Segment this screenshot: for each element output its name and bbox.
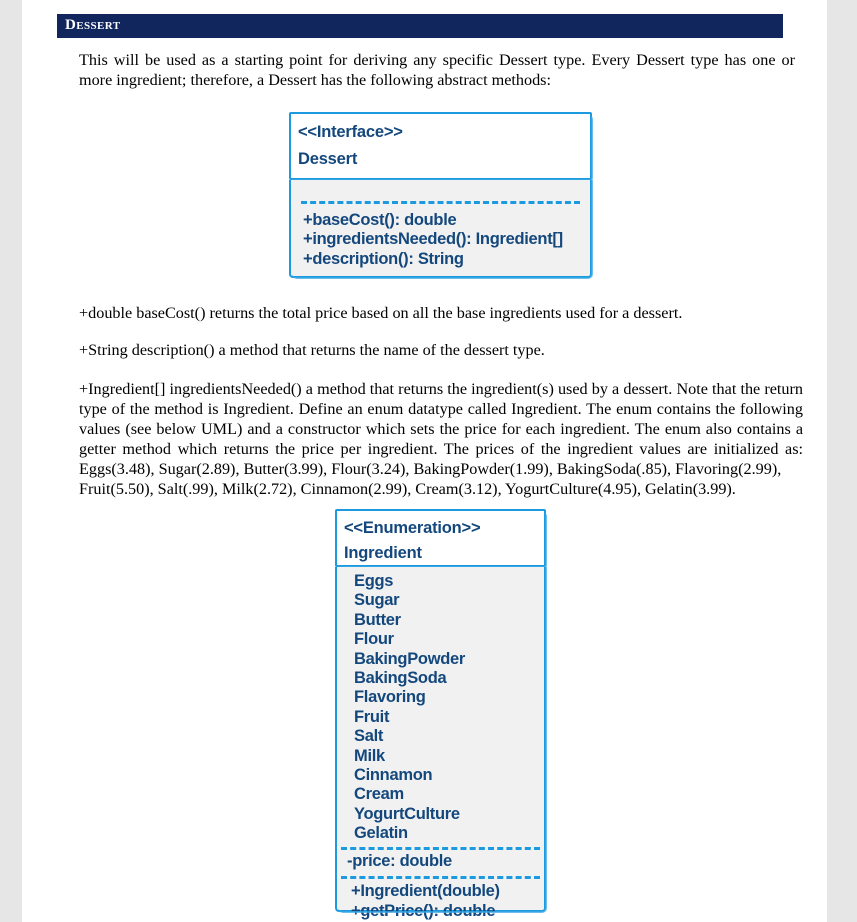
- uml-interface-header: <<Interface>> Dessert: [289, 112, 593, 181]
- ingredient-prices-line-1: Eggs(3.48), Sugar(2.89), Butter(3.99), F…: [79, 460, 782, 478]
- uml-enumeration-body: Eggs Sugar Butter Flour BakingPowder Bak…: [335, 567, 547, 920]
- uml-enumeration-value: Cinnamon: [354, 766, 433, 785]
- uml-interface-method-list: +baseCost(): double +ingredientsNeeded()…: [291, 204, 590, 269]
- uml-enumeration-value: Flavoring: [354, 688, 426, 707]
- uml-enumeration-value-list: Eggs Sugar Butter Flour BakingPowder Bak…: [337, 572, 544, 844]
- ingredient-prices-line-2: Fruit(5.50), Salt(.99), Milk(2.72), Cinn…: [79, 480, 736, 498]
- section-heading-bar: Dessert: [57, 14, 783, 38]
- basecost-paragraph: +double baseCost() returns the total pri…: [79, 304, 683, 322]
- uml-interface-method: +ingredientsNeeded(): Ingredient[]: [303, 230, 563, 249]
- uml-enumeration-operation-list: +Ingredient(double) +getPrice(): double: [337, 879, 544, 921]
- uml-enumeration-value: YogurtCulture: [354, 804, 460, 823]
- uml-enumeration-value: Gelatin: [354, 824, 408, 843]
- uml-enumeration-header: <<Enumeration>> Ingredient: [335, 509, 547, 568]
- uml-enumeration-value: BakingPowder: [354, 649, 466, 668]
- uml-enumeration-operation: +Ingredient(double): [351, 882, 500, 901]
- uml-enumeration-ingredient: <<Enumeration>> Ingredient Eggs Sugar Bu…: [335, 509, 547, 920]
- section-heading-text: Dessert: [65, 17, 121, 33]
- uml-enumeration-value: Milk: [354, 746, 385, 765]
- uml-enumeration-value: Eggs: [354, 572, 394, 590]
- uml-interface-method: +baseCost(): double: [303, 211, 457, 229]
- uml-enumeration-field: -price: double: [347, 851, 452, 870]
- uml-enumeration-value: BakingSoda: [354, 669, 447, 688]
- uml-interface-methods-compartment: +baseCost(): double +ingredientsNeeded()…: [289, 180, 593, 279]
- uml-enumeration-value: Flour: [354, 630, 394, 649]
- description-paragraph: +String description() a method that retu…: [79, 341, 545, 359]
- uml-interface-method: +description(): String: [303, 249, 464, 268]
- uml-enumeration-value: Sugar: [354, 591, 400, 610]
- uml-enumeration-stereotype: <<Enumeration>>: [344, 519, 481, 537]
- ingredients-paragraph-block: +Ingredient[] ingredientsNeeded() a meth…: [79, 379, 803, 499]
- uml-interface-separator-wrap: [291, 180, 590, 204]
- uml-enumeration-name: Ingredient: [344, 544, 422, 562]
- uml-enumeration-value: Fruit: [354, 707, 390, 726]
- intro-paragraph: This will be used as a starting point fo…: [79, 51, 795, 89]
- right-page-gutter: [827, 0, 857, 922]
- uml-interface-name: Dessert: [298, 150, 358, 168]
- uml-enumeration-field-list: -price: double: [337, 850, 544, 873]
- ingredients-paragraph-text: +Ingredient[] ingredientsNeeded() a meth…: [79, 380, 803, 458]
- uml-interface-dessert: <<Interface>> Dessert +baseCost(): doubl…: [289, 112, 593, 279]
- uml-enumeration-value: Salt: [354, 727, 384, 746]
- uml-enumeration-value: Butter: [354, 610, 401, 629]
- left-page-gutter: [0, 0, 22, 922]
- uml-enumeration-value: Cream: [354, 785, 404, 804]
- uml-enumeration-operation: +getPrice(): double: [351, 901, 496, 920]
- document-page: Dessert This will be used as a starting …: [22, 0, 827, 922]
- uml-interface-stereotype: <<Interface>>: [298, 123, 403, 141]
